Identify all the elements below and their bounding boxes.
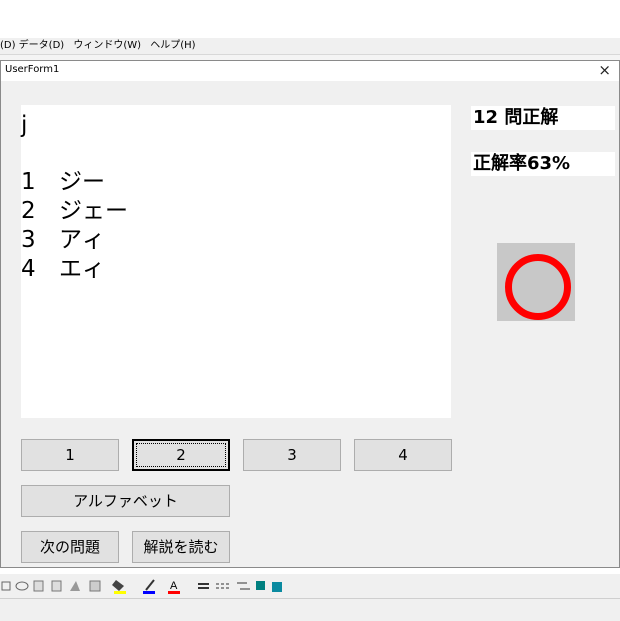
choice-number: 4 bbox=[21, 256, 36, 282]
correct-count-label: 12 問正解 bbox=[471, 106, 615, 130]
shadow-style-icon bbox=[256, 581, 265, 590]
answer-3-label: 3 bbox=[287, 446, 297, 464]
3d-style-icon bbox=[272, 582, 282, 592]
read-explanation-button[interactable]: 解説を読む bbox=[132, 531, 230, 563]
line-style-icon-2 bbox=[198, 587, 209, 589]
oval-tool-icon bbox=[15, 581, 29, 591]
choice-text: ジー bbox=[59, 169, 105, 195]
choice-text: ジェー bbox=[59, 198, 128, 224]
next-question-label: 次の問題 bbox=[39, 538, 100, 556]
choice-number: 1 bbox=[21, 169, 36, 195]
close-icon[interactable]: × bbox=[598, 61, 611, 79]
answer-1-button[interactable]: 1 bbox=[21, 439, 119, 471]
fill-color-icon bbox=[112, 580, 124, 591]
accuracy-label: 正解率63% bbox=[471, 152, 615, 176]
userform-window: UserForm1 × j 1 ジー 2 ジェー 3 アィ 4 エィ 12 問正解 正解… bbox=[0, 60, 620, 568]
menu-data[interactable]: (D) データ(D) bbox=[0, 40, 64, 51]
choice-4: 4 エィ bbox=[21, 255, 451, 284]
vertical-textbox-tool-icon bbox=[51, 580, 62, 592]
menu-help[interactable]: ヘルプ(H) bbox=[150, 40, 195, 51]
fill-color-swatch bbox=[114, 591, 126, 594]
answer-2-label: 2 bbox=[176, 446, 186, 464]
font-color-icon: A bbox=[170, 580, 178, 592]
menu-window[interactable]: ウィンドウ(W) bbox=[73, 40, 141, 51]
choice-number: 2 bbox=[21, 198, 36, 224]
answer-3-button[interactable]: 3 bbox=[243, 439, 341, 471]
alphabet-label: アルファベット bbox=[73, 492, 178, 510]
question-prompt: j bbox=[21, 112, 28, 138]
choice-2: 2 ジェー bbox=[21, 197, 451, 226]
window-title: UserForm1 bbox=[5, 64, 60, 75]
clipart-tool-icon bbox=[89, 580, 101, 592]
choice-text: アィ bbox=[59, 227, 105, 253]
choice-1: 1 ジー bbox=[21, 168, 451, 197]
answer-1-label: 1 bbox=[65, 446, 75, 464]
alphabet-button[interactable]: アルファベット bbox=[21, 485, 230, 517]
result-mark bbox=[497, 243, 575, 321]
line-style-icon bbox=[198, 583, 209, 585]
answer-4-label: 4 bbox=[398, 446, 408, 464]
menu-bar: (D) データ(D) ウィンドウ(W) ヘルプ(H) bbox=[0, 38, 620, 54]
correct-circle-icon bbox=[505, 254, 571, 320]
title-bar: UserForm1 × bbox=[1, 61, 619, 81]
question-panel: j 1 ジー 2 ジェー 3 アィ 4 エィ bbox=[21, 105, 451, 418]
toolbar-icons: A bbox=[1, 579, 282, 594]
next-question-button[interactable]: 次の問題 bbox=[21, 531, 119, 563]
status-bar bbox=[0, 598, 620, 621]
textbox-tool-icon bbox=[33, 580, 44, 592]
line-color-icon bbox=[145, 579, 155, 591]
answer-2-button[interactable]: 2 bbox=[132, 439, 230, 471]
drawing-toolbar: A bbox=[0, 574, 620, 598]
read-explanation-label: 解説を読む bbox=[143, 538, 219, 556]
choice-3: 3 アィ bbox=[21, 226, 451, 255]
rectangle-tool-icon bbox=[1, 581, 11, 591]
dash-style-icon bbox=[216, 583, 229, 589]
choice-number: 3 bbox=[21, 227, 36, 253]
arrow-style-icon bbox=[237, 582, 250, 590]
wordart-tool-icon bbox=[70, 581, 80, 591]
choice-text: エィ bbox=[59, 256, 105, 282]
answer-4-button[interactable]: 4 bbox=[354, 439, 452, 471]
font-color-swatch bbox=[168, 591, 180, 594]
line-color-swatch bbox=[143, 591, 155, 594]
